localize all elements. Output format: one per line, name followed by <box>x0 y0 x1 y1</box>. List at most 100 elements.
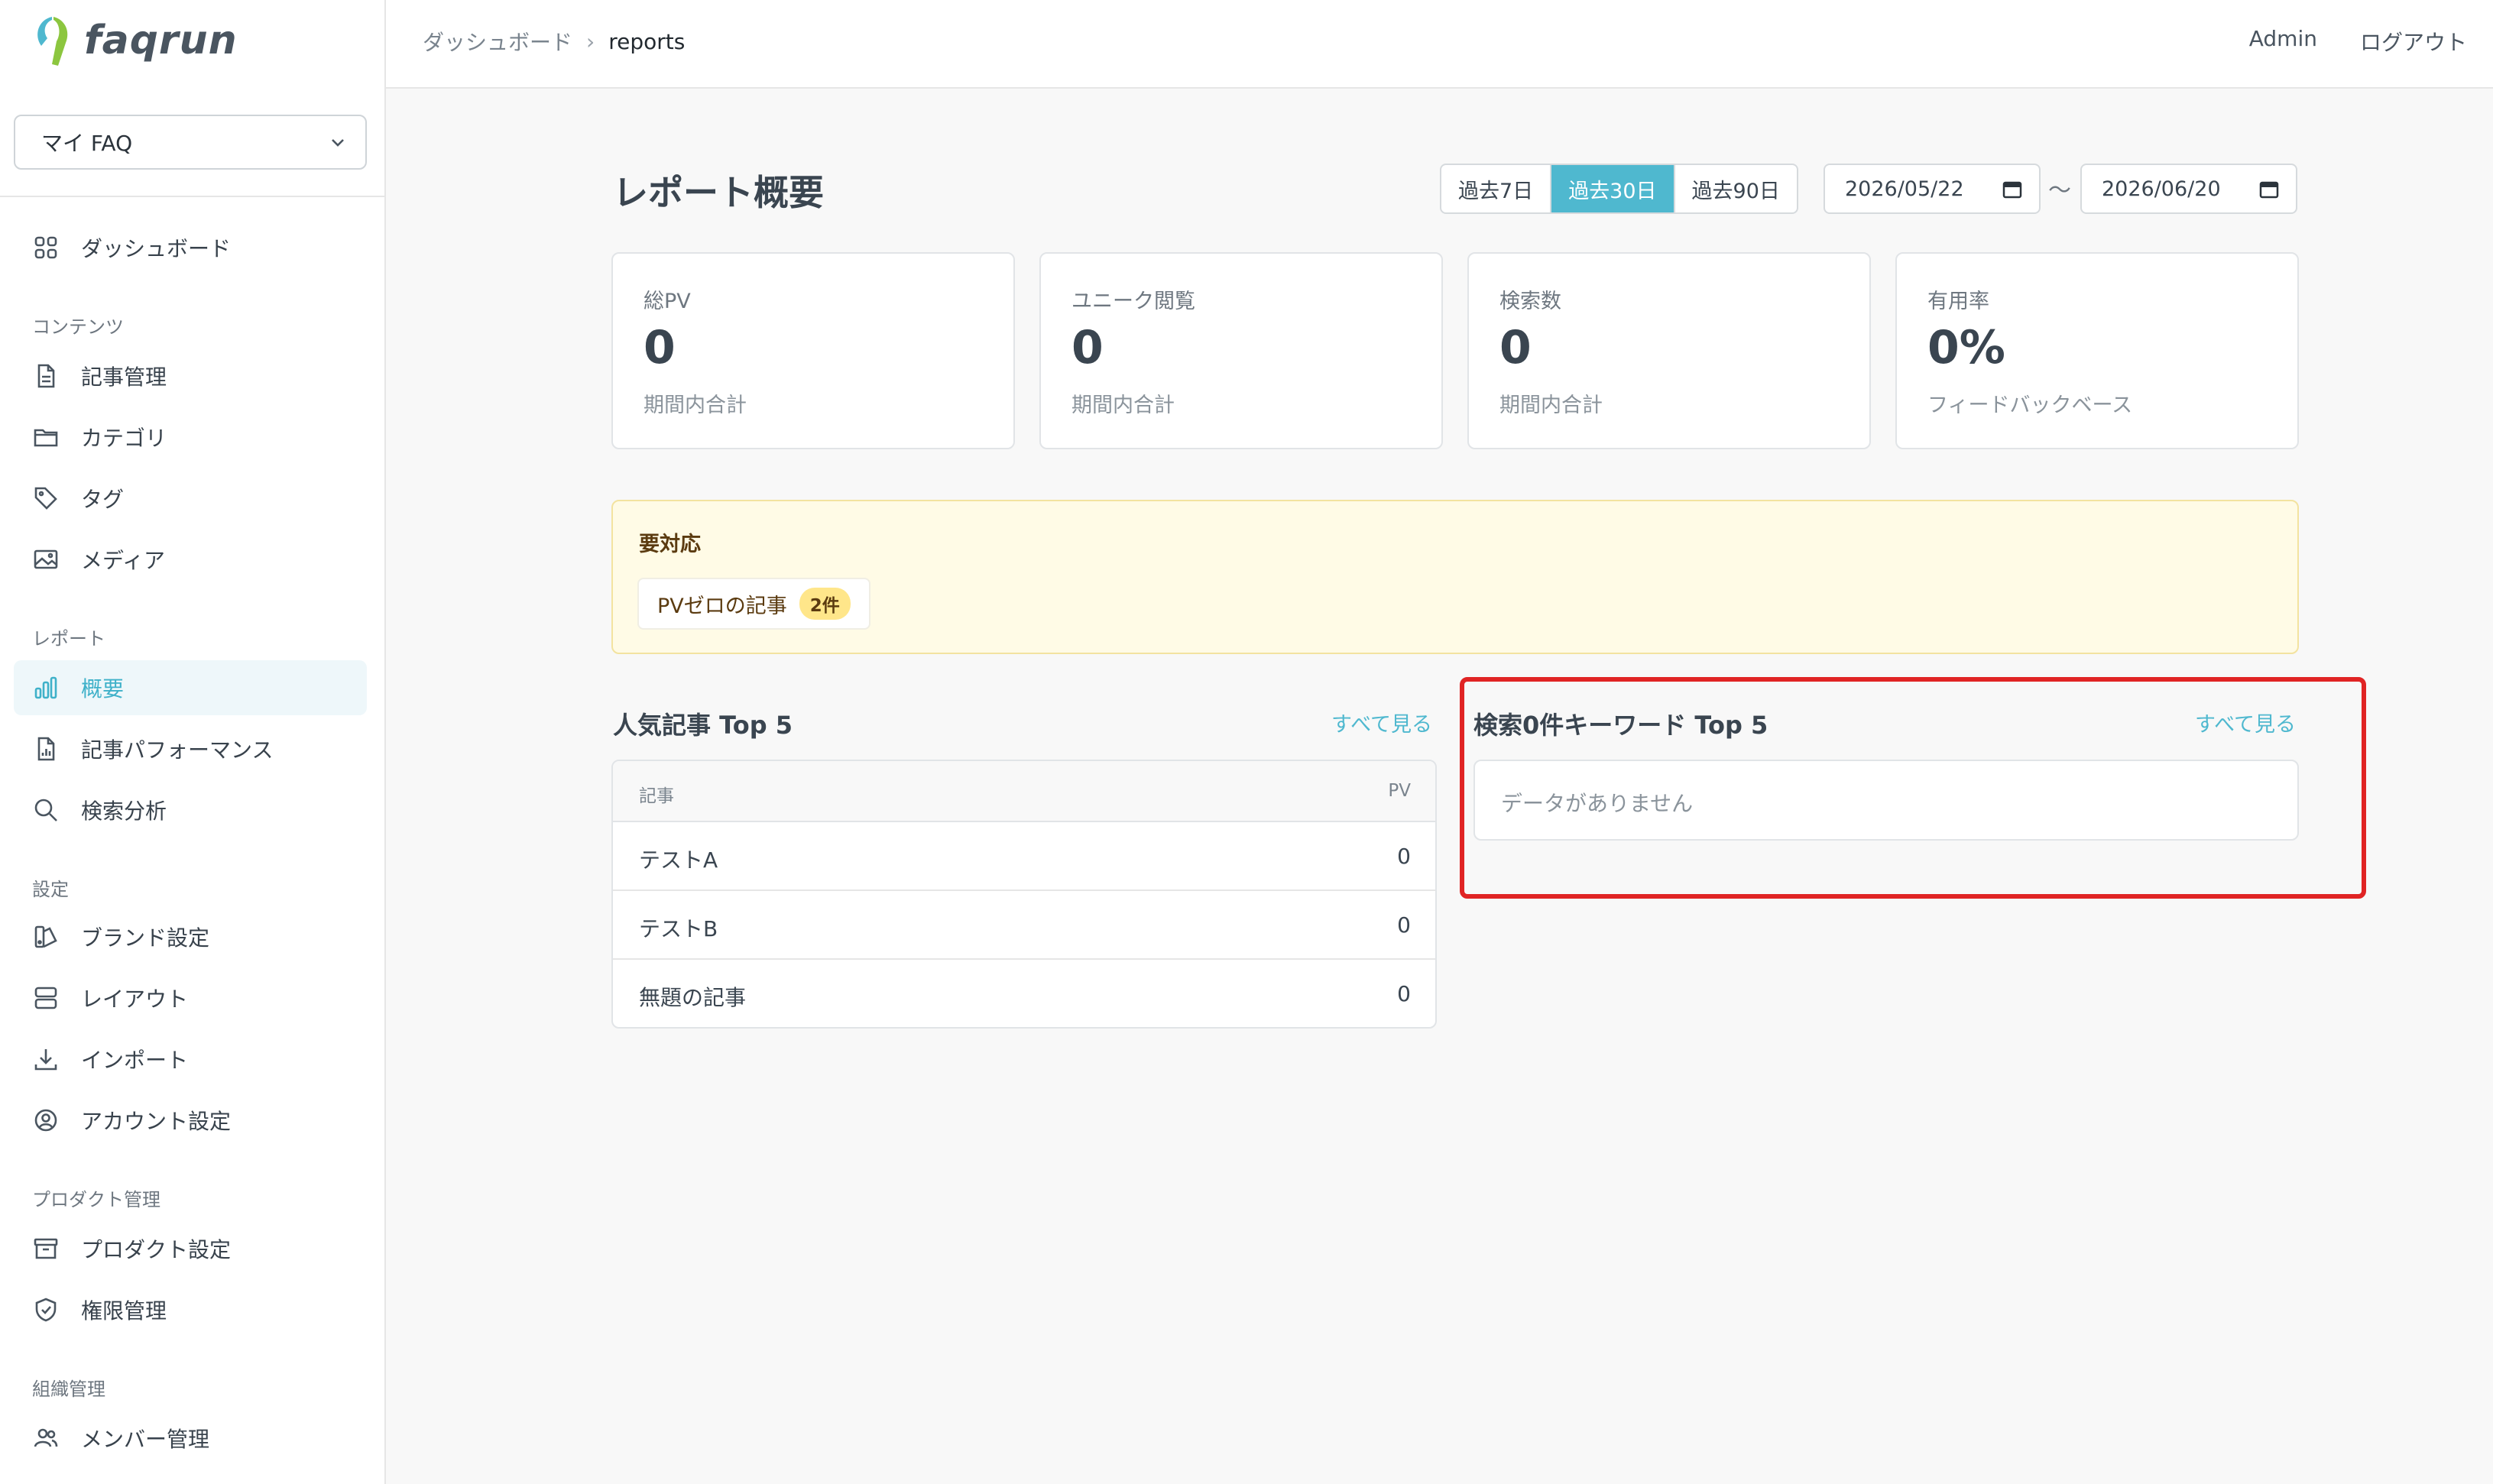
sidebar-item-permissions[interactable]: 権限管理 <box>14 1282 367 1337</box>
sidebar-item-label: 記事パフォーマンス <box>81 737 274 763</box>
sidebar-item-label: 検索分析 <box>81 799 167 824</box>
sidebar-item-label: メディア <box>81 548 166 573</box>
header-actions: Admin ログアウト <box>2249 26 2467 57</box>
popular-see-all-link[interactable]: すべて見る <box>1331 708 1432 737</box>
stat-caption: 期間内合計 <box>644 394 747 417</box>
stat-card-searches: 検索数 0 期間内合計 <box>1467 252 1871 449</box>
table-row[interactable]: テストA 0 <box>613 822 1435 891</box>
table-row[interactable]: テストB 0 <box>613 891 1435 960</box>
search-icon <box>32 796 60 824</box>
table-header: 記事 PV <box>613 761 1435 822</box>
faq-select[interactable]: マイ FAQ <box>14 115 367 170</box>
faq-select-value: マイ FAQ <box>41 131 133 156</box>
section-label-content: コンテンツ <box>32 316 124 338</box>
users-icon <box>32 1424 60 1452</box>
range-30d-button[interactable]: 過去30日 <box>1551 165 1675 212</box>
count-badge: 2件 <box>799 588 851 620</box>
sidebar-item-label: カテゴリ <box>81 426 167 451</box>
stat-caption: 期間内合計 <box>1071 394 1175 417</box>
sidebar-item-import[interactable]: インポート <box>14 1032 367 1087</box>
column-header-article[interactable]: 記事 <box>639 781 674 807</box>
zero-pv-articles-chip[interactable]: PVゼロの記事 2件 <box>637 578 870 630</box>
article-name: テストA <box>639 847 718 873</box>
sidebar-item-articles[interactable]: 記事管理 <box>14 348 367 403</box>
sidebar-item-label: 権限管理 <box>81 1298 167 1324</box>
sidebar-item-label: アカウント設定 <box>81 1109 232 1134</box>
sidebar-item-label: タグ <box>81 487 125 512</box>
stat-card-total-pv: 総PV 0 期間内合計 <box>611 252 1015 449</box>
sidebar-item-search-analytics[interactable]: 検索分析 <box>14 783 367 838</box>
stat-caption: フィードバックベース <box>1927 394 2133 417</box>
palette-icon <box>32 923 60 951</box>
article-name: テストB <box>639 916 718 941</box>
sidebar-divider <box>0 196 384 197</box>
sidebar-item-dashboard[interactable]: ダッシュボード <box>14 220 367 275</box>
chevron-down-icon <box>332 139 344 147</box>
range-7d-button[interactable]: 過去7日 <box>1441 165 1552 212</box>
stat-value: 0% <box>1927 321 2005 374</box>
sidebar-item-layout[interactable]: レイアウト <box>14 970 367 1026</box>
sidebar-item-product-settings[interactable]: プロダクト設定 <box>14 1221 367 1276</box>
grid-icon <box>32 234 60 261</box>
alert-title: 要対応 <box>639 533 701 556</box>
sidebar: faqrun マイ FAQ ダッシュボード コンテンツ 記事管理 カテゴリ タグ… <box>0 0 386 1484</box>
sidebar-item-label: 概要 <box>81 676 125 701</box>
column-header-pv[interactable]: PV <box>1388 781 1411 801</box>
date-to-value: 2026/06/20 <box>2102 177 2221 201</box>
stat-label: 検索数 <box>1499 290 1561 313</box>
stat-label: 有用率 <box>1927 290 1989 313</box>
sidebar-item-article-performance[interactable]: 記事パフォーマンス <box>14 721 367 776</box>
section-label-org: 組織管理 <box>32 1379 105 1400</box>
logo-text: faqrun <box>84 18 238 63</box>
folder-icon <box>32 423 60 451</box>
sidebar-item-categories[interactable]: カテゴリ <box>14 410 367 465</box>
section-label-settings: 設定 <box>32 879 69 900</box>
sidebar-item-media[interactable]: メディア <box>14 532 367 587</box>
stat-card-unique-views: ユニーク閲覧 0 期間内合計 <box>1039 252 1443 449</box>
range-selector: 過去7日 過去30日 過去90日 <box>1440 164 1798 214</box>
date-from-value: 2026/05/22 <box>1845 177 1964 201</box>
sidebar-item-label: インポート <box>81 1048 189 1073</box>
breadcrumb-current: reports <box>608 28 686 54</box>
chevron-right-icon: › <box>586 28 595 54</box>
breadcrumb: ダッシュボード › reports <box>423 26 685 57</box>
date-from-input[interactable]: 2026/05/22 <box>1824 164 2041 214</box>
sidebar-item-overview[interactable]: 概要 <box>14 660 367 715</box>
image-icon <box>32 546 60 573</box>
user-menu[interactable]: Admin <box>2249 26 2317 57</box>
date-range-separator: 〜 <box>2048 177 2071 204</box>
popular-articles-table: 記事 PV テストA 0 テストB 0 無題の記事 0 <box>611 760 1437 1029</box>
bar-chart-icon <box>32 674 60 701</box>
table-row[interactable]: 無題の記事 0 <box>613 960 1435 1027</box>
date-to-input[interactable]: 2026/06/20 <box>2080 164 2297 214</box>
file-chart-icon <box>32 735 60 763</box>
tag-icon <box>32 484 60 512</box>
sidebar-item-tags[interactable]: タグ <box>14 471 367 526</box>
sidebar-item-members[interactable]: メンバー管理 <box>14 1411 367 1466</box>
stat-label: 総PV <box>644 290 691 313</box>
section-label-reports: レポート <box>32 628 105 650</box>
logo[interactable]: faqrun <box>31 14 238 67</box>
top-bar: ダッシュボード › reports Admin ログアウト <box>386 0 2493 89</box>
calendar-icon <box>2002 181 2022 199</box>
range-90d-button[interactable]: 過去90日 <box>1675 165 1797 212</box>
logo-icon <box>37 17 68 66</box>
stat-caption: 期間内合計 <box>1499 394 1603 417</box>
popular-articles-title: 人気記事 Top 5 <box>613 711 793 740</box>
layout-icon <box>32 984 60 1012</box>
section-label-product: プロダクト管理 <box>32 1189 160 1210</box>
download-icon <box>32 1045 60 1073</box>
stat-card-helpful-rate: 有用率 0% フィードバックベース <box>1895 252 2299 449</box>
document-icon <box>32 362 60 390</box>
highlight-box <box>1460 677 2366 899</box>
sidebar-item-label: プロダクト設定 <box>81 1237 232 1262</box>
shield-icon <box>32 1296 60 1324</box>
sidebar-item-label: ブランド設定 <box>81 925 210 951</box>
archive-icon <box>32 1235 60 1262</box>
logout-link[interactable]: ログアウト <box>2360 26 2467 57</box>
sidebar-item-brand-settings[interactable]: ブランド設定 <box>14 909 367 964</box>
article-pv: 0 <box>1397 912 1411 938</box>
article-pv: 0 <box>1397 844 1411 869</box>
breadcrumb-parent[interactable]: ダッシュボード <box>423 26 572 57</box>
sidebar-item-account-settings[interactable]: アカウント設定 <box>14 1093 367 1148</box>
